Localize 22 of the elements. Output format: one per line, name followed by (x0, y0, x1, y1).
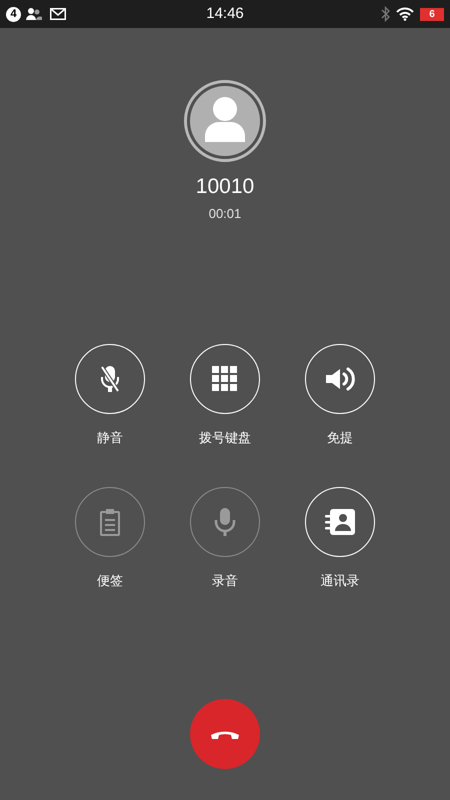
keypad-icon (212, 366, 238, 392)
phone-number: 10010 (196, 174, 254, 200)
address-book-icon (324, 508, 356, 536)
notification-count: 4 (6, 6, 21, 22)
clock: 14:46 (206, 4, 244, 24)
clipboard-icon (100, 508, 120, 536)
action-label: 免提 (327, 428, 353, 446)
contacts-icon (26, 8, 42, 20)
action-label: 录音 (212, 572, 238, 590)
action-label: 静音 (97, 428, 123, 446)
battery-indicator: 6 (420, 8, 444, 20)
action-label: 拨号键盘 (199, 428, 251, 446)
bluetooth-icon (381, 6, 390, 22)
mail-icon (50, 8, 66, 20)
muted-microphone-icon (99, 364, 121, 392)
person-icon (205, 96, 245, 142)
call-duration: 00:01 (208, 205, 242, 223)
microphone-icon (214, 507, 236, 537)
action-label: 通讯录 (320, 572, 360, 590)
wifi-icon (396, 7, 414, 21)
action-label: 便签 (97, 572, 123, 590)
speaker-icon (325, 366, 355, 392)
